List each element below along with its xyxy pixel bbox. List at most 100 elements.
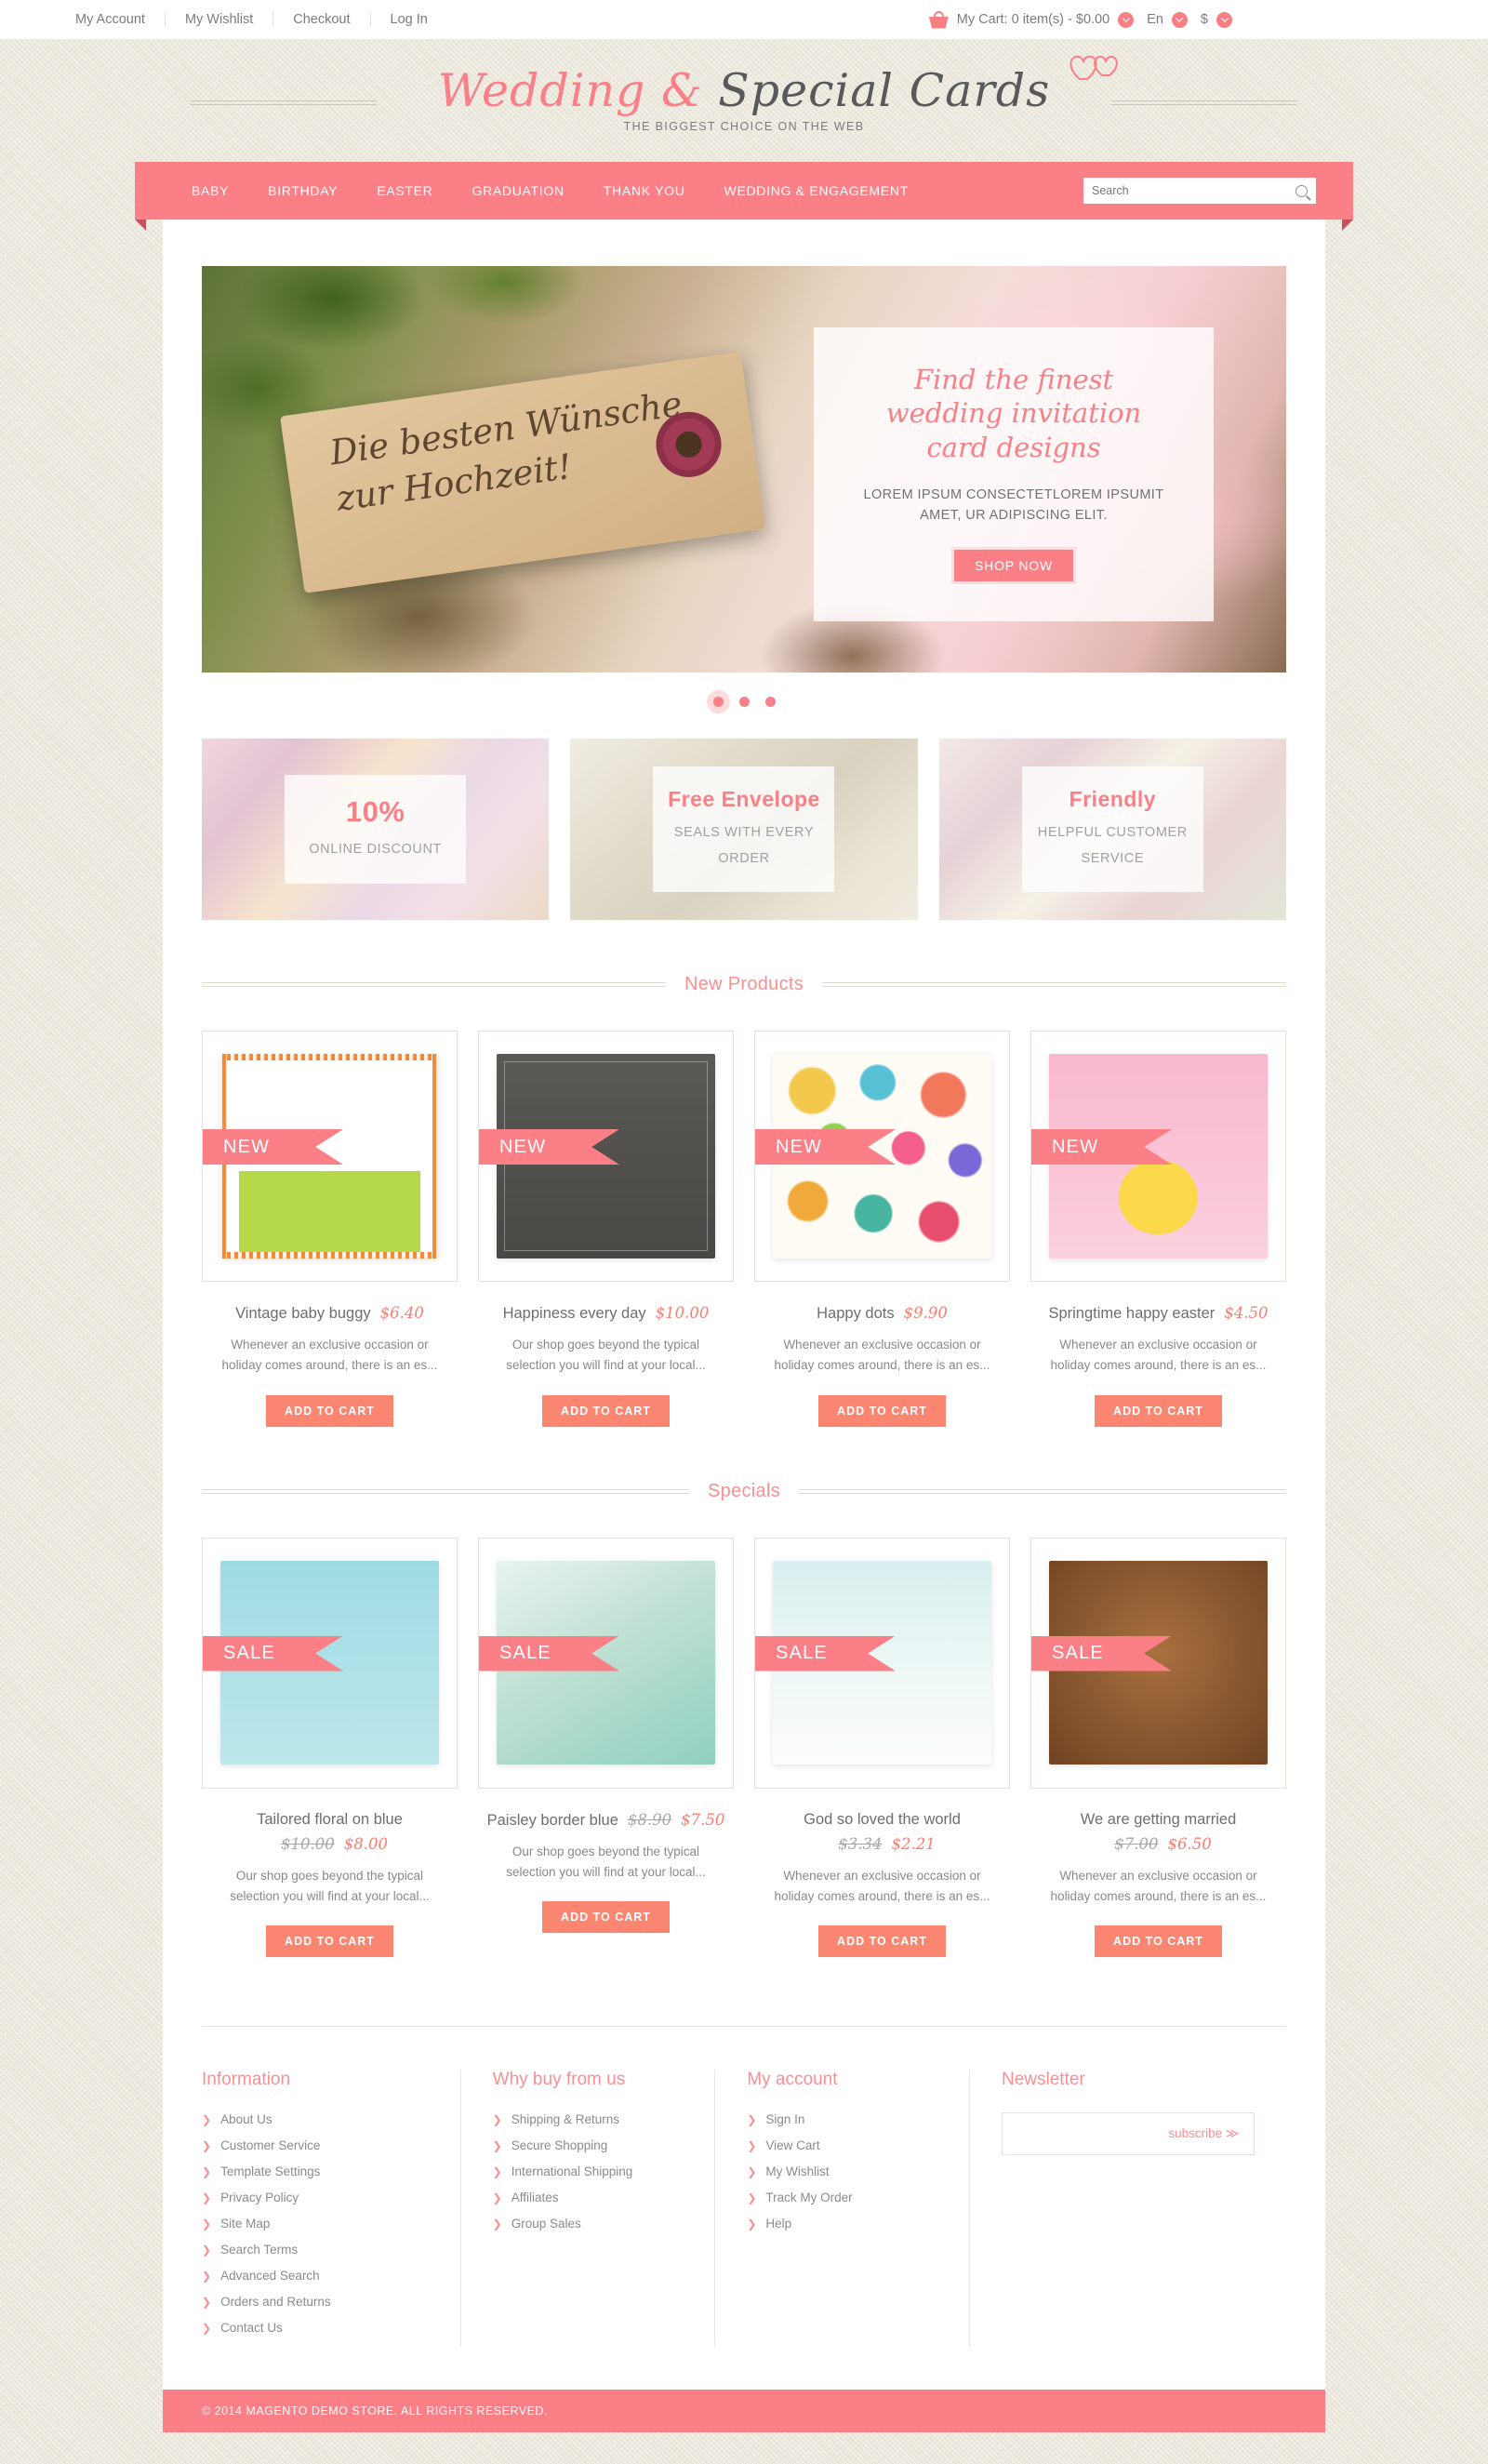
product-thumbnail[interactable]: SALE — [754, 1537, 1010, 1789]
product-name[interactable]: Happy dots — [817, 1305, 894, 1322]
chevron-right-icon: ❯ — [202, 2164, 212, 2178]
footer-link-shipping-returns[interactable]: Shipping & Returns — [512, 2112, 619, 2126]
footer-link-advanced-search[interactable]: Advanced Search — [220, 2269, 320, 2283]
carousel-dot-3[interactable] — [764, 697, 776, 707]
double-hearts-icon — [1070, 55, 1119, 80]
product-price: $6.50 — [1167, 1834, 1212, 1853]
chevron-right-icon: ❯ — [202, 2295, 212, 2309]
product-thumbnail[interactable]: SALE — [202, 1537, 458, 1789]
carousel-dot-1[interactable] — [712, 697, 724, 707]
footer-link-customer-service[interactable]: Customer Service — [220, 2138, 320, 2152]
chevron-right-icon: ❯ — [747, 2138, 757, 2152]
footer-link-my-wishlist[interactable]: My Wishlist — [765, 2164, 829, 2178]
chevron-right-icon: ❯ — [202, 2217, 212, 2231]
product-name[interactable]: Happiness every day — [503, 1305, 646, 1322]
footer-link-site-map[interactable]: Site Map — [220, 2217, 270, 2231]
product-description: Whenever an exclusive occasion or holida… — [1050, 1868, 1267, 1903]
add-to-cart-button[interactable]: ADD TO CART — [818, 1394, 946, 1427]
product-info: Vintage baby buggy $6.40 Whenever an exclu… — [202, 1282, 458, 1427]
logo-text-dark: Special Cards — [718, 64, 1051, 117]
chevron-right-icon: ❯ — [747, 2217, 757, 2231]
nav-item-wedding-engagement[interactable]: WEDDING & ENGAGEMENT — [705, 183, 928, 198]
footer-link-view-cart[interactable]: View Cart — [765, 2138, 819, 2152]
newsletter-email-input[interactable] — [1003, 2126, 1169, 2141]
add-to-cart-button[interactable]: ADD TO CART — [1095, 1394, 1222, 1427]
product-card: SALE We are getting married $7.00 $6.50 When… — [1030, 1537, 1286, 1958]
footer-link-group-sales[interactable]: Group Sales — [512, 2217, 581, 2231]
footer-list-item: ❯ View Cart — [747, 2138, 937, 2152]
top-link-log-in[interactable]: Log In — [371, 12, 447, 27]
footer-link-affiliates[interactable]: Affiliates — [512, 2191, 559, 2204]
product-name[interactable]: Springtime happy easter — [1048, 1305, 1215, 1322]
chevron-right-icon: ❯ — [747, 2112, 757, 2126]
nav-item-baby[interactable]: BABY — [172, 183, 248, 198]
top-links: My Account My Wishlist Checkout Log In — [56, 12, 447, 27]
promo-card: 10% ONLINE DISCOUNT — [285, 775, 467, 884]
product-thumbnail[interactable]: SALE — [478, 1537, 734, 1789]
shopping-basket-icon[interactable] — [928, 10, 949, 29]
shop-now-button[interactable]: SHOP NOW — [951, 546, 1076, 584]
nav-item-easter[interactable]: EASTER — [357, 183, 452, 198]
product-name[interactable]: Paisley border blue — [487, 1812, 618, 1829]
promo-envelope[interactable]: Free Envelope SEALS WITH EVERY ORDER — [570, 739, 918, 920]
nav-item-graduation[interactable]: GRADUATION — [452, 183, 583, 198]
currency-label: $ — [1200, 12, 1208, 27]
product-name[interactable]: God so loved the world — [804, 1811, 961, 1828]
product-name-row: Tailored floral on blue — [202, 1811, 458, 1829]
footer-link-orders-and-returns[interactable]: Orders and Returns — [220, 2295, 331, 2309]
footer-link-secure-shopping[interactable]: Secure Shopping — [512, 2138, 608, 2152]
top-link-my-account[interactable]: My Account — [56, 12, 166, 27]
product-card: NEW Happy dots $9.90 Whenever an exclusive … — [754, 1031, 1010, 1427]
product-info: Happy dots $9.90 Whenever an exclusive occ… — [754, 1282, 1010, 1427]
add-to-cart-button[interactable]: ADD TO CART — [1095, 1925, 1222, 1958]
product-thumbnail[interactable]: NEW — [202, 1031, 458, 1282]
add-to-cart-button[interactable]: ADD TO CART — [266, 1394, 393, 1427]
search-box[interactable] — [1083, 178, 1316, 204]
footer-link-sign-in[interactable]: Sign In — [765, 2112, 804, 2126]
product-thumbnail[interactable]: SALE — [1030, 1537, 1286, 1789]
product-description: Our shop goes beyond the typical selecti… — [506, 1844, 706, 1879]
add-to-cart-button[interactable]: ADD TO CART — [542, 1394, 670, 1427]
newsletter-form[interactable]: subscribe ≫ — [1002, 2112, 1255, 2156]
add-to-cart-button[interactable]: ADD TO CART — [266, 1925, 393, 1958]
product-description: Whenever an exclusive occasion or holida… — [774, 1868, 990, 1903]
product-name[interactable]: Tailored floral on blue — [257, 1811, 403, 1828]
cart-summary-label[interactable]: My Cart: 0 item(s) - $0.00 — [957, 12, 1109, 27]
footer-link-help[interactable]: Help — [765, 2217, 791, 2231]
footer: Information ❯ About Us ❯ Customer Service ❯ Te… — [163, 1966, 1325, 2365]
promo-discount[interactable]: 10% ONLINE DISCOUNT — [202, 739, 550, 920]
add-to-cart-button[interactable]: ADD TO CART — [542, 1901, 670, 1934]
site-logo[interactable]: Wedding & Special Cards THE BIGGEST CHOI… — [410, 55, 1119, 133]
search-input[interactable] — [1092, 184, 1295, 197]
search-icon[interactable] — [1295, 184, 1308, 197]
nav-item-birthday[interactable]: BIRTHDAY — [248, 183, 357, 198]
footer-list-item: ❯ Template Settings — [202, 2164, 429, 2178]
product-thumbnail[interactable]: NEW — [478, 1031, 734, 1282]
product-thumbnail[interactable]: NEW — [754, 1031, 1010, 1282]
footer-link-international-shipping[interactable]: International Shipping — [512, 2164, 633, 2178]
promo-service[interactable]: Friendly HELPFUL CUSTOMER SERVICE — [938, 739, 1286, 920]
footer-link-search-terms[interactable]: Search Terms — [220, 2243, 298, 2257]
footer-link-template-settings[interactable]: Template Settings — [220, 2164, 320, 2178]
currency-dropdown-toggle[interactable] — [1216, 11, 1232, 28]
top-link-my-wishlist[interactable]: My Wishlist — [166, 12, 274, 27]
carousel-dot-2[interactable] — [738, 697, 750, 707]
nav-item-thank-you[interactable]: THANK YOU — [584, 183, 705, 198]
chevron-right-icon: ❯ — [202, 2191, 212, 2204]
footer-link-contact-us[interactable]: Contact Us — [220, 2321, 283, 2335]
add-to-cart-button[interactable]: ADD TO CART — [818, 1925, 946, 1958]
product-name[interactable]: We are getting married — [1081, 1811, 1237, 1828]
footer-column-heading: Why buy from us — [492, 2070, 626, 2090]
product-name-row: Springtime happy easter $4.50 — [1030, 1304, 1286, 1323]
promo-headline: 10% — [345, 795, 405, 829]
product-thumbnail[interactable]: NEW — [1030, 1031, 1286, 1282]
product-description: Our shop goes beyond the typical selecti… — [506, 1338, 706, 1373]
product-name[interactable]: Vintage baby buggy — [235, 1305, 371, 1322]
language-dropdown-toggle[interactable] — [1171, 11, 1188, 28]
footer-link-about-us[interactable]: About Us — [220, 2112, 272, 2126]
cart-dropdown-toggle[interactable] — [1118, 11, 1135, 28]
footer-link-track-my-order[interactable]: Track My Order — [765, 2191, 852, 2204]
top-link-checkout[interactable]: Checkout — [273, 12, 371, 27]
footer-link-privacy-policy[interactable]: Privacy Policy — [220, 2191, 299, 2204]
subscribe-button[interactable]: subscribe ≫ — [1168, 2126, 1239, 2141]
